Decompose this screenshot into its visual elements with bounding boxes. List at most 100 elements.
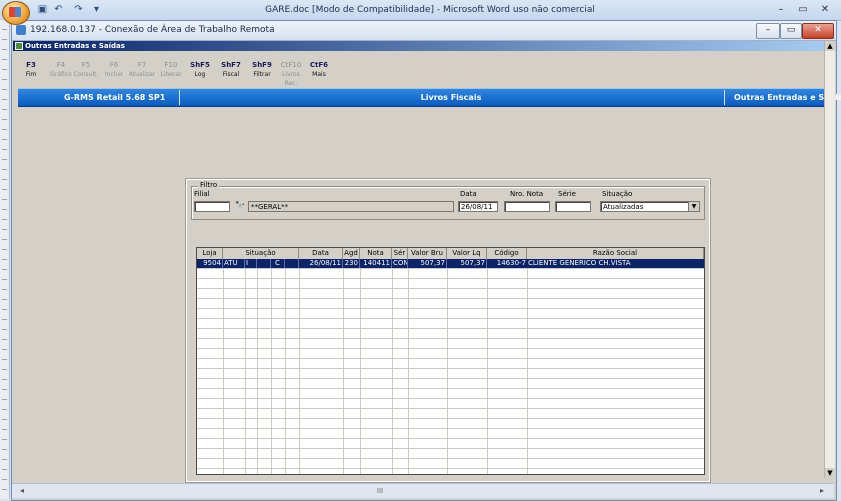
grid-col-line (527, 259, 528, 474)
scroll-right-icon[interactable]: ▸ (816, 485, 828, 497)
fkey-ctf10-livros-rec[interactable]: CtF10 Livros Rec. (276, 61, 306, 88)
fkey-key: F7 (137, 61, 147, 69)
col-header-ser[interactable]: Sér (392, 248, 408, 259)
col-header-situacao[interactable]: Situação (223, 248, 299, 259)
remote-desktop-window: 192.168.0.137 - Conexão de Área de Traba… (11, 20, 841, 501)
scroll-thumb-grip-icon[interactable]: III (372, 487, 388, 495)
cell-razao-social: CLIENTE GENERICO CH.VISTA (528, 259, 631, 267)
binoculars-search-icon[interactable]: 🔭 (233, 200, 247, 212)
office-button[interactable] (2, 1, 30, 25)
filial-input[interactable] (194, 201, 230, 212)
cell-valor-bru: 507,37 (408, 259, 447, 268)
grid-col-line (343, 259, 344, 474)
grid-col-line (271, 259, 272, 474)
filial-description: **GERAL** (248, 201, 454, 212)
col-header-data[interactable]: Data (299, 248, 343, 259)
cell-agd: 230 (344, 259, 360, 268)
grid-col-line (299, 259, 300, 474)
data-label: Data (460, 190, 477, 198)
office-logo-icon (9, 7, 21, 17)
word-minimize-button[interactable]: – (771, 3, 791, 16)
rd-close-button[interactable]: ✕ (802, 23, 834, 39)
fkey-key: F10 (164, 61, 178, 69)
fkey-label: Log (194, 71, 206, 78)
col-header-nota[interactable]: Nota (360, 248, 392, 259)
col-header-valor-bru[interactable]: Valor Bru (408, 248, 447, 259)
redo-icon[interactable]: ↷ (72, 3, 85, 16)
filter-groupbox: Filtro Filial 🔭 **GERAL** Data 26/08/11 … (191, 181, 705, 220)
module-name-label: Livros Fiscais (420, 93, 482, 102)
fkey-key: F6 (109, 61, 119, 69)
fkey-label: Incluir (104, 71, 124, 78)
fkey-f5-consult[interactable]: F5 Consult. (71, 61, 101, 79)
data-input[interactable]: 26/08/11 (458, 201, 498, 212)
cell-situacao: ATU (223, 259, 245, 268)
fkey-label: Mais (312, 71, 326, 78)
cell-empty (285, 259, 299, 268)
customize-icon[interactable]: ▾ (90, 3, 103, 16)
cell-codigo: 14630-7 (496, 259, 526, 267)
chevron-down-icon[interactable]: ▼ (688, 202, 699, 211)
word-window-title: GARE.doc [Modo de Compatibilidade] - Mic… (265, 5, 595, 15)
nro-nota-input[interactable] (504, 201, 550, 212)
scroll-up-icon[interactable]: ▲ (825, 41, 835, 51)
fkey-label: Livros Rec. (282, 71, 300, 87)
fkey-shf7-fiscal[interactable]: ShF7 Fiscal (216, 61, 246, 79)
filter-legend: Filtro (198, 181, 220, 189)
fkey-key: F3 (26, 61, 36, 69)
fkey-shf5-log[interactable]: ShF5 Log (185, 61, 215, 79)
table-row[interactable]: 9504 ATU I C 26/08/11 230 140411 CON 507… (197, 259, 704, 268)
col-header-codigo[interactable]: Código (487, 248, 527, 259)
situacao-label: Situação (602, 190, 633, 198)
serie-input[interactable] (555, 201, 591, 212)
situacao-select[interactable]: Atualizadas ▼ (600, 201, 700, 212)
col-header-valor-lq[interactable]: Valor Lq (447, 248, 487, 259)
col-header-razao-social[interactable]: Razão Social (527, 248, 704, 259)
ruler-ticks (2, 20, 7, 490)
grid-col-line (408, 259, 409, 474)
vertical-scrollbar[interactable]: ▲ ▼ (824, 41, 835, 478)
fkey-key: F5 (81, 61, 91, 69)
col-header-agd[interactable]: Agd (343, 248, 360, 259)
fkey-f10-liberar[interactable]: F10 Liberar (156, 61, 186, 79)
notes-grid[interactable]: Loja Situação Data Agd Nota Sér Valor Br… (196, 247, 705, 475)
grid-col-line (447, 259, 448, 474)
fkey-f3-fim[interactable]: F3 Fim (16, 61, 46, 79)
fkey-label: Liberar (160, 71, 182, 78)
remote-desktop-title-bar: 192.168.0.137 - Conexão de Área de Traba… (12, 21, 836, 41)
grid-col-line (392, 259, 393, 474)
scroll-left-icon[interactable]: ◂ (16, 485, 28, 497)
fkey-f6-incluir[interactable]: F6 Incluir (99, 61, 129, 79)
app-version-label: G-RMS Retail 5.68 SP1 (64, 93, 166, 102)
strip-divider (724, 90, 725, 105)
cell-nota: 140411 (360, 259, 392, 268)
fkey-key: ShF7 (221, 61, 241, 69)
grid-col-line (360, 259, 361, 474)
grid-col-line (257, 259, 258, 474)
word-close-button[interactable]: ✕ (815, 3, 835, 16)
app-window-title: Outras Entradas e Saídas (25, 42, 125, 50)
undo-icon[interactable]: ↶ (52, 3, 65, 16)
situacao-selected-value: Atualizadas (603, 203, 644, 211)
save-icon[interactable]: ▣ (36, 3, 49, 16)
fkey-f7-atualizar[interactable]: F7 Atualizar (127, 61, 157, 79)
col-header-loja[interactable]: Loja (197, 248, 223, 259)
word-maximize-button[interactable]: ▭ (793, 3, 813, 16)
fkey-key: CtF10 (280, 61, 302, 69)
remote-desktop-title: 192.168.0.137 - Conexão de Área de Traba… (30, 25, 275, 35)
fkey-shf9-filtrar[interactable]: ShF9 Filtrar (247, 61, 277, 79)
cell-condicao: C (271, 259, 285, 268)
filter-panel: Filtro Filial 🔭 **GERAL** Data 26/08/11 … (185, 178, 711, 483)
fkey-label: Atualizar (128, 71, 156, 78)
rd-maximize-button[interactable]: ▭ (780, 23, 802, 39)
horizontal-scrollbar[interactable]: ◂ III ▸ (12, 483, 834, 498)
fkey-ctf6-mais[interactable]: CtF6 Mais (304, 61, 334, 79)
cell-flag (257, 259, 271, 268)
fkey-label: Filtrar (253, 71, 271, 78)
scroll-down-icon[interactable]: ▼ (825, 468, 835, 478)
grid-col-line (223, 259, 224, 474)
cell-loja: 9504 (197, 259, 223, 268)
cell-valor-lq: 507,37 (447, 259, 487, 268)
rd-minimize-button[interactable]: – (756, 23, 780, 39)
fkey-key: ShF5 (190, 61, 210, 69)
